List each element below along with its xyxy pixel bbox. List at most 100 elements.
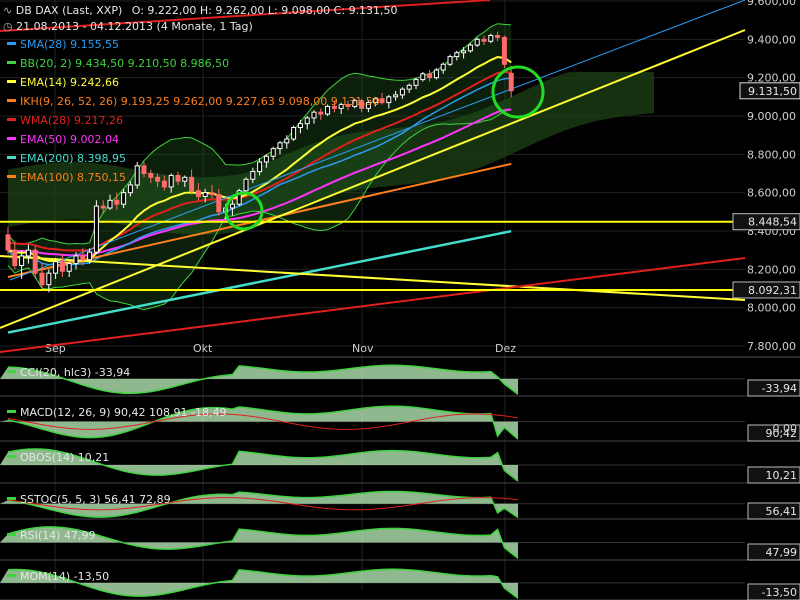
- candle-body: [406, 84, 412, 90]
- y-tick-label: 9.600,00: [747, 0, 796, 8]
- candle-body: [427, 73, 433, 79]
- candle-body: [216, 194, 222, 213]
- candle-body: [257, 161, 263, 173]
- legend-text: IKH(9, 26, 52, 26) 9.193,25 9.262,00 9.2…: [20, 95, 380, 108]
- y-tick-label: 9.000,00: [747, 110, 796, 123]
- candle-body: [161, 180, 167, 188]
- macd-label-text: MACD(12, 26, 9) 90,42 108,91 -18,49: [20, 406, 227, 419]
- candle-body: [12, 249, 18, 267]
- candle-body: [175, 174, 181, 182]
- candle-body: [291, 127, 297, 140]
- candle-body: [447, 56, 453, 65]
- legend-text: SMA(28) 9.155,55: [20, 38, 120, 51]
- legend-item: EMA(100) 8.750,15: [3, 171, 126, 184]
- legend-item: WMA(28) 9.217,26: [3, 114, 123, 127]
- price-marker-label: 8.092,31: [748, 284, 797, 297]
- chart-title-icon: ∿: [3, 4, 13, 17]
- candle-body: [467, 44, 473, 52]
- candle-body: [93, 205, 99, 253]
- candle-body: [155, 176, 161, 182]
- chart-canvas: 9.600,009.400,009.200,009.000,008.800,00…: [0, 0, 800, 600]
- legend-swatch: [7, 455, 16, 458]
- candle-body: [420, 73, 426, 81]
- candle-body: [53, 261, 59, 274]
- legend-swatch: [7, 137, 16, 140]
- candle-body: [413, 79, 419, 86]
- candle-body: [440, 63, 446, 71]
- y-tick-label: 8.800,00: [747, 148, 796, 161]
- legend-item: EMA(200) 8.398,95: [3, 152, 126, 165]
- candle-body: [433, 69, 439, 79]
- cci-value-label: -33,94: [762, 382, 797, 395]
- candle-body: [284, 138, 290, 144]
- y-tick-label: 9.400,00: [747, 33, 796, 46]
- candle-body: [454, 52, 460, 58]
- date-range-text: 21.08.2013 - 04.12.2013 (4 Monate, 1 Tag…: [16, 20, 253, 33]
- candle-body: [474, 38, 480, 46]
- candle-body: [297, 123, 303, 128]
- legend-text: BB(20, 2) 9.434,50 9.210,50 8.986,50: [20, 57, 230, 70]
- rsi-value-label: 47,99: [766, 546, 798, 559]
- candle-body: [481, 38, 487, 42]
- legend-item: SMA(28) 9.155,55: [3, 38, 119, 51]
- candle-body: [195, 190, 201, 197]
- x-tick-label: Okt: [193, 342, 213, 355]
- candle-body: [461, 50, 467, 54]
- ohlc-readout: O: 9.222,00 H: 9.262,00 L: 9.098,00 C: 9…: [131, 4, 398, 17]
- candle-body: [25, 249, 31, 257]
- candle-body: [399, 88, 405, 96]
- obos-label-text: OBOS(14) 10,21: [20, 451, 110, 464]
- candle-body: [311, 111, 317, 119]
- legend-text: WMA(28) 9.217,26: [20, 114, 123, 127]
- y-tick-label: 7.800,00: [747, 340, 796, 353]
- legend-swatch: [7, 156, 16, 159]
- candle-body: [80, 255, 86, 261]
- clock-icon: ◷: [3, 20, 13, 33]
- legend-text: EMA(100) 8.750,15: [20, 171, 127, 184]
- candle-body: [250, 171, 256, 180]
- sstoc-value-label: 56,41: [766, 505, 798, 518]
- candle-body: [270, 148, 276, 157]
- x-tick-label: Dez: [495, 342, 516, 355]
- macd-panel-label: MACD(12, 26, 9) 90,42 108,91 -18,49: [3, 406, 226, 419]
- legend-swatch: [7, 533, 16, 536]
- chart-header: ∿ DB DAX (Last, XXP) O: 9.222,00 H: 9.26…: [3, 4, 398, 17]
- candle-body: [19, 255, 25, 267]
- candle-body: [495, 35, 501, 38]
- mom-panel-label: MOM(14) -13,50: [3, 570, 109, 583]
- candle-body: [141, 165, 147, 174]
- legend-swatch: [7, 61, 16, 64]
- y-tick-label: 8.600,00: [747, 187, 796, 200]
- candle-body: [107, 199, 113, 209]
- legend-text: EMA(14) 9.242,66: [20, 76, 120, 89]
- candle-body: [277, 142, 283, 150]
- candle-body: [508, 72, 514, 92]
- sstoc-label-text: SSTOC(5, 5, 3) 56,41 72,89: [20, 493, 171, 506]
- legend-swatch: [7, 99, 16, 102]
- mom-label-text: MOM(14) -13,50: [20, 570, 110, 583]
- legend-swatch: [7, 410, 16, 413]
- legend-swatch: [7, 370, 16, 373]
- legend-swatch: [7, 175, 16, 178]
- candle-body: [202, 192, 208, 198]
- candle-body: [59, 261, 65, 272]
- candle-body: [304, 117, 310, 125]
- legend-swatch: [7, 574, 16, 577]
- candle-body: [243, 178, 249, 192]
- legend-item: IKH(9, 26, 52, 26) 9.193,25 9.262,00 9.2…: [3, 95, 380, 108]
- legend-text: EMA(50) 9.002,04: [20, 133, 120, 146]
- legend-text: EMA(200) 8.398,95: [20, 152, 127, 165]
- price-marker-label: 8.448,54: [748, 216, 797, 229]
- candle-body: [263, 155, 269, 163]
- candle-body: [229, 203, 235, 209]
- candle-body: [73, 255, 79, 265]
- candle-body: [114, 199, 120, 205]
- candle-body: [379, 98, 385, 104]
- macd-extra-label: 0,00: [773, 422, 798, 435]
- candle-body: [393, 94, 399, 98]
- candle-body: [501, 36, 507, 65]
- candle-body: [39, 272, 45, 286]
- candle-body: [121, 192, 127, 205]
- legend-item: EMA(14) 9.242,66: [3, 76, 119, 89]
- candle-body: [66, 263, 72, 272]
